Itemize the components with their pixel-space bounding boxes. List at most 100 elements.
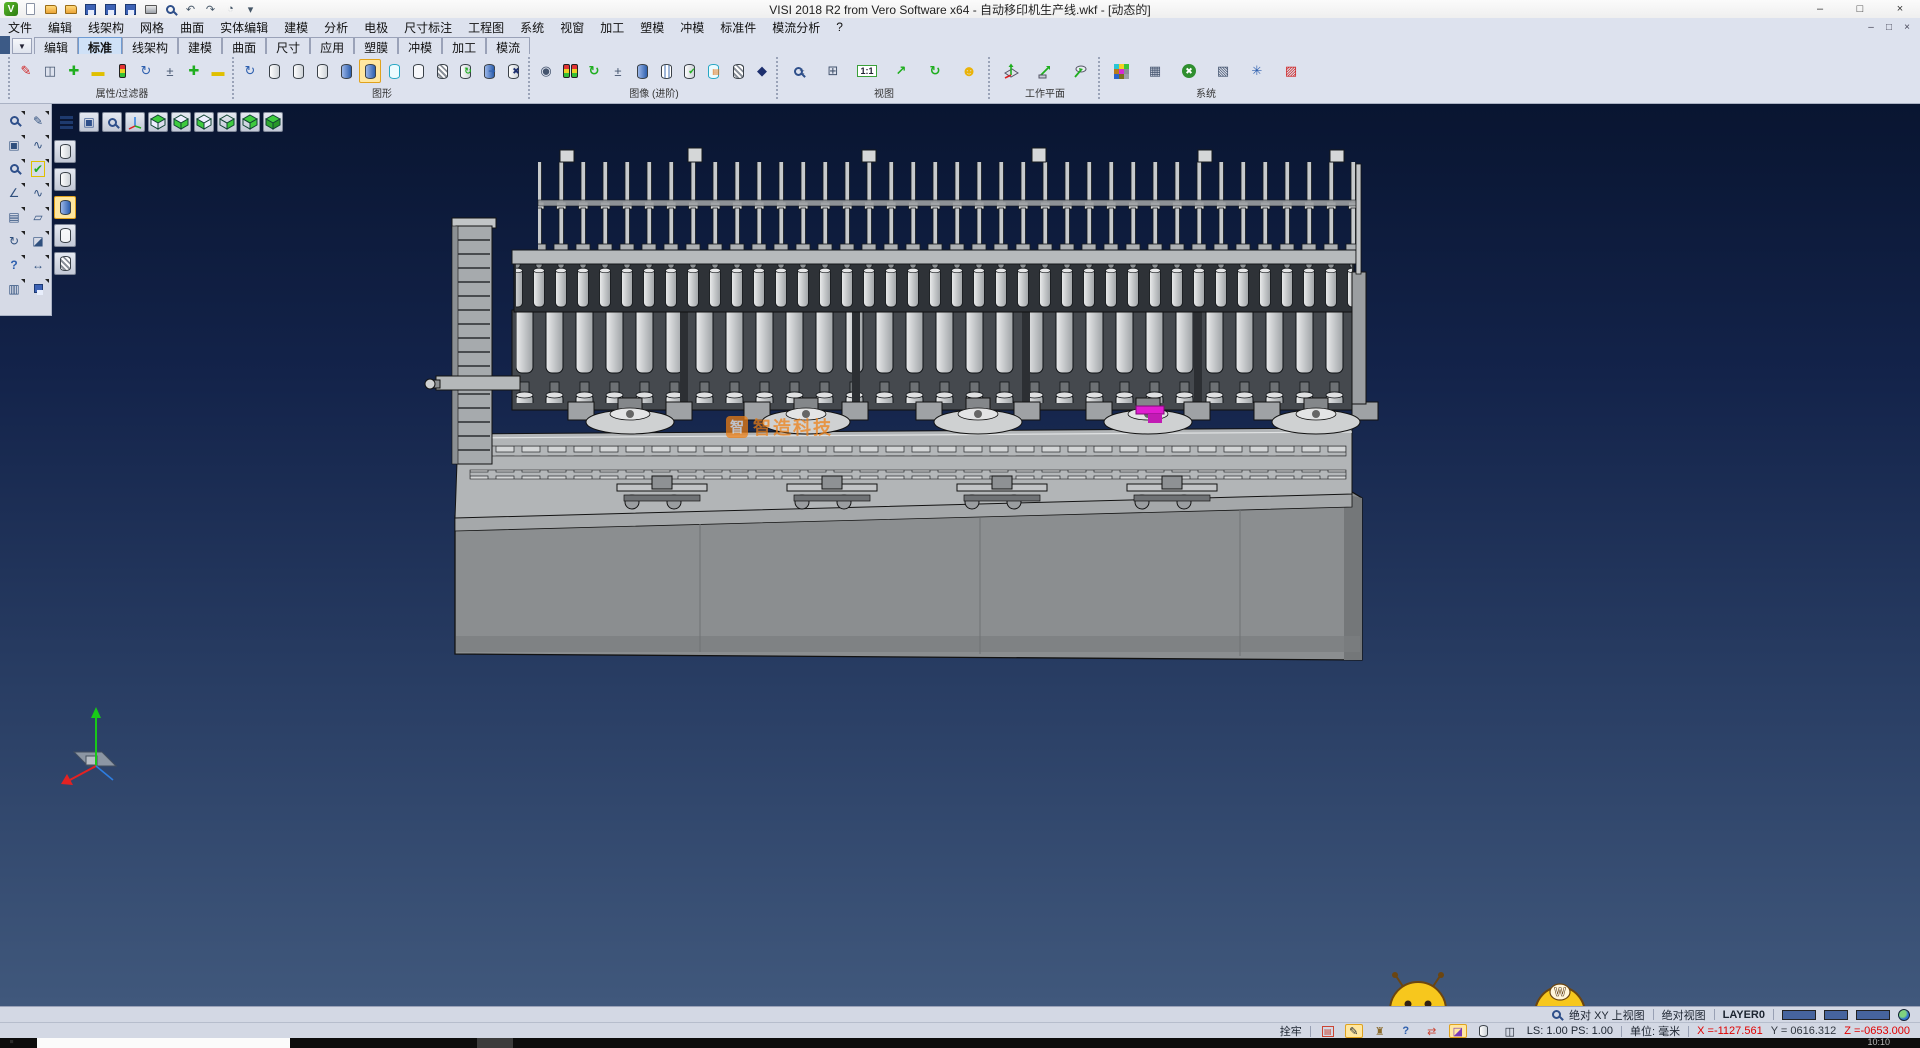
toolbar-grip[interactable] <box>528 57 532 99</box>
settings-report-icon[interactable]: ▦ <box>1144 59 1166 83</box>
open-file-icon[interactable] <box>43 2 58 16</box>
menu-item-modeling[interactable]: 建模 <box>276 18 316 37</box>
edit-cylinder-icon[interactable]: ✖ <box>503 59 525 83</box>
solid-gem-icon[interactable]: ◆ <box>751 59 773 83</box>
grid-tools-icon[interactable]: ▧ <box>1212 59 1234 83</box>
hatched-mode-icon[interactable] <box>54 252 76 275</box>
mascot[interactable]: W W <box>1372 970 1592 1006</box>
menu-item-moldflow[interactable]: 模流分析 <box>764 18 828 37</box>
menu-item-standard-parts[interactable]: 标准件 <box>712 18 764 37</box>
zoom-scale-1-1-icon[interactable]: 1:1 <box>856 59 878 83</box>
mdi-restore-button[interactable]: □ <box>1882 22 1896 33</box>
visi-logo-icon[interactable]: V <box>4 2 18 16</box>
zoom-fly-icon[interactable] <box>102 112 122 132</box>
status-abs-view[interactable]: 绝对视图 <box>1662 1007 1706 1023</box>
shaded-edges-cylinder-icon[interactable] <box>359 59 381 83</box>
traffic-filter-icon[interactable] <box>111 59 133 83</box>
save-all-icon[interactable] <box>123 2 138 16</box>
menu-item-mold[interactable]: 塑模 <box>632 18 672 37</box>
zoom-window-icon[interactable]: ⊞ <box>822 59 844 83</box>
plusminus-image-icon[interactable]: ± <box>607 59 629 83</box>
taskbar-search-box[interactable] <box>37 1038 290 1048</box>
check-cylinder-icon[interactable]: ✔ <box>679 59 701 83</box>
rotate-view-icon[interactable]: ↻ <box>924 59 946 83</box>
menu-item-drawing[interactable]: 工程图 <box>460 18 512 37</box>
window-split-icon[interactable]: ◫ <box>1501 1024 1519 1038</box>
maximize-button[interactable]: □ <box>1840 0 1880 18</box>
layers-palette-icon[interactable]: ▤ <box>3 206 25 227</box>
view-filter-icon[interactable]: ◉ <box>535 59 557 83</box>
export-cylinder-icon[interactable]: ➔ <box>479 59 501 83</box>
print-icon[interactable] <box>143 2 158 16</box>
system-tools-icon[interactable]: ✖ <box>1178 59 1200 83</box>
color-swatch[interactable] <box>1782 1010 1816 1020</box>
regen-icon[interactable]: ↻ <box>3 230 25 251</box>
tab-dimension[interactable]: 尺寸 <box>266 37 310 54</box>
menu-item-edit[interactable]: 编辑 <box>40 18 80 37</box>
redo-icon[interactable]: ↷ <box>203 2 218 16</box>
mdi-close-button[interactable]: × <box>1900 22 1914 33</box>
save-as-icon[interactable] <box>103 2 118 16</box>
tab-application[interactable]: 应用 <box>310 37 354 54</box>
mask-edit-icon[interactable]: ✎ <box>1345 1024 1363 1038</box>
shaded-cylinder-icon[interactable] <box>335 59 357 83</box>
matrix-grid-icon[interactable]: ▨ <box>1280 59 1302 83</box>
stamp-icon[interactable]: ♜ <box>1371 1024 1389 1038</box>
blue-cylinder-icon[interactable] <box>631 59 653 83</box>
add-filter-icon[interactable]: ✚ <box>183 59 205 83</box>
refresh-visibility-icon[interactable]: ↻ <box>135 59 157 83</box>
new-file-icon[interactable] <box>23 2 38 16</box>
curve-edit-icon[interactable]: ∿ <box>27 134 49 155</box>
shaded-edges-mode-icon[interactable] <box>54 224 76 247</box>
toggle-visibility-icon[interactable]: ± <box>159 59 181 83</box>
color-swatch[interactable] <box>1824 1010 1848 1020</box>
remove-filter-icon[interactable]: ▬ <box>207 59 229 83</box>
minimize-button[interactable]: – <box>1800 0 1840 18</box>
undo-icon[interactable]: ↶ <box>183 2 198 16</box>
toolbar-grip[interactable] <box>776 57 780 99</box>
context-help-icon[interactable]: ? <box>1397 1024 1415 1038</box>
confirm-check-icon[interactable]: ✔ <box>27 158 49 179</box>
shaded-mode-icon[interactable] <box>54 196 76 219</box>
menu-item-system[interactable]: 系统 <box>512 18 552 37</box>
layer-selector[interactable]: LAYER0 <box>1723 1009 1765 1021</box>
tab-die[interactable]: 冲模 <box>398 37 442 54</box>
axes-view-icon[interactable] <box>125 112 145 132</box>
recycle-cylinder-icon[interactable]: ↻ <box>455 59 477 83</box>
traffic-pair-icon[interactable] <box>559 59 581 83</box>
tab-edit[interactable]: 编辑 <box>34 37 78 54</box>
view-cube-side-icon[interactable] <box>240 112 260 132</box>
zoom-in-out-icon[interactable]: ± <box>788 59 810 83</box>
filter-frame-icon[interactable]: ▤ <box>1319 1024 1337 1038</box>
solid-cube-icon[interactable]: ◪ <box>27 230 49 251</box>
help-icon[interactable]: ? <box>3 254 25 275</box>
machine-model[interactable] <box>0 104 1920 1006</box>
zoom-extents-icon[interactable]: ▣ <box>79 112 99 132</box>
toolbar-grip[interactable] <box>8 57 12 99</box>
cplane-axis-icon[interactable]: ∠ <box>3 182 25 203</box>
spline-icon[interactable]: ∿ <box>27 182 49 203</box>
show-elements-icon[interactable]: ✚ <box>63 59 85 83</box>
wireframe-cylinder-icon[interactable] <box>287 59 309 83</box>
menu-item-analysis[interactable]: 分析 <box>316 18 356 37</box>
menu-item-die[interactable]: 冲模 <box>672 18 712 37</box>
refresh-image-icon[interactable]: ↻ <box>583 59 605 83</box>
view-cube-iso-icon[interactable] <box>263 112 283 132</box>
start-button-icon[interactable] <box>10 1040 17 1047</box>
zoom-inout-icon[interactable] <box>3 158 25 179</box>
tab-modeling[interactable]: 建模 <box>178 37 222 54</box>
attribute-brush-icon[interactable]: ✎ <box>15 59 37 83</box>
menu-item-electrode[interactable]: 电极 <box>356 18 396 37</box>
workplane-axes-icon[interactable] <box>1000 59 1022 83</box>
hatched-cylinder-icon[interactable] <box>431 59 453 83</box>
view-cube-top-icon[interactable] <box>148 112 168 132</box>
hidden-line-mode-icon[interactable] <box>54 168 76 191</box>
striped-cylinder-icon[interactable] <box>655 59 677 83</box>
color-palette-icon[interactable] <box>1110 59 1132 83</box>
toolbar-grip[interactable] <box>1098 57 1102 99</box>
tab-standard[interactable]: 标准 <box>78 37 122 54</box>
copy-attributes-icon[interactable]: ◫ <box>39 59 61 83</box>
menu-item-window[interactable]: 视窗 <box>552 18 592 37</box>
units-readout[interactable]: 单位: 毫米 <box>1630 1023 1680 1039</box>
toolbar-grip[interactable] <box>988 57 992 99</box>
